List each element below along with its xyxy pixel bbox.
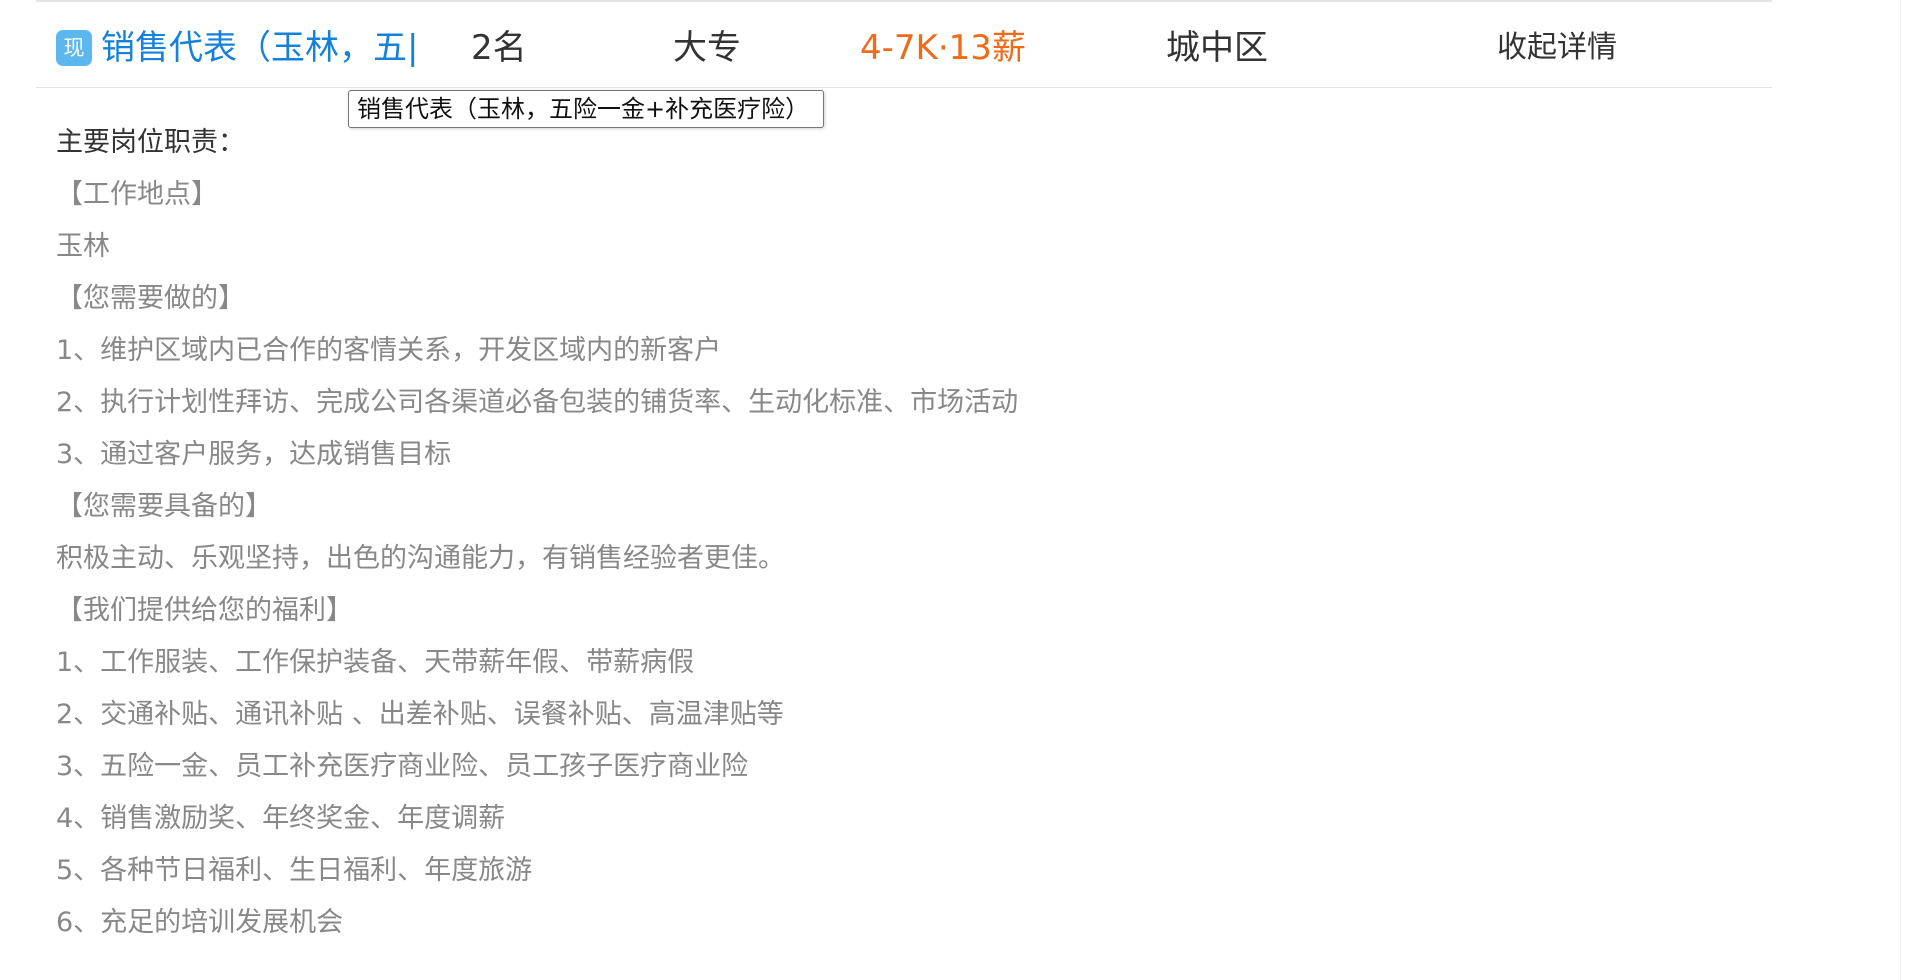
detail-line: 【我们提供给您的福利】: [56, 595, 353, 626]
detail-line: 3、五险一金、员工补充医疗商业险、员工孩子医疗商业险: [56, 751, 749, 782]
job-listing-row[interactable]: 现 销售代表（玉林，五| 2名 大专 4-7K·13薪 城中区 收起详情: [36, 2, 1772, 88]
detail-line: 【工作地点】: [56, 179, 218, 210]
detail-line: 6、充足的培训发展机会: [56, 907, 344, 938]
job-details-panel: 主要岗位职责： 【工作地点】 玉林 【您需要做的】 1、维护区域内已合作的客情关…: [56, 117, 1356, 949]
detail-line: 【您需要具备的】: [56, 491, 272, 522]
detail-line: 积极主动、乐观坚持，出色的沟通能力，有销售经验者更佳。: [56, 543, 785, 574]
detail-line: 2、交通补贴、通讯补贴 、出差补贴、误餐补贴、高温津贴等: [56, 699, 784, 730]
salary-range: 4-7K·13薪: [860, 28, 1026, 68]
job-type-badge: 现: [56, 30, 92, 66]
detail-line: 【您需要做的】: [56, 283, 245, 314]
scroll-edge-line: [1900, 0, 1901, 980]
job-title-link[interactable]: 销售代表（玉林，五|: [101, 24, 431, 72]
responsibility-heading: 主要岗位职责：: [56, 127, 245, 158]
detail-line: 2、执行计划性拜访、完成公司各渠道必备包装的铺货率、生动化标准、市场活动: [56, 387, 1019, 418]
detail-line: 3、通过客户服务，达成销售目标: [56, 439, 452, 470]
detail-line: 玉林: [56, 231, 110, 262]
detail-line: 4、销售激励奖、年终奖金、年度调薪: [56, 803, 506, 834]
right-scroll-edge[interactable]: [1892, 0, 1906, 980]
detail-line: 5、各种节日福利、生日福利、年度旅游: [56, 855, 533, 886]
detail-line: 1、工作服装、工作保护装备、天带薪年假、带薪病假: [56, 647, 695, 678]
education-requirement: 大专: [673, 28, 741, 68]
hiring-count: 2名: [471, 28, 527, 68]
collapse-details-link[interactable]: 收起详情: [1497, 24, 1617, 72]
job-district: 城中区: [1166, 28, 1268, 68]
detail-line: 1、维护区域内已合作的客情关系，开发区域内的新客户: [56, 335, 722, 366]
